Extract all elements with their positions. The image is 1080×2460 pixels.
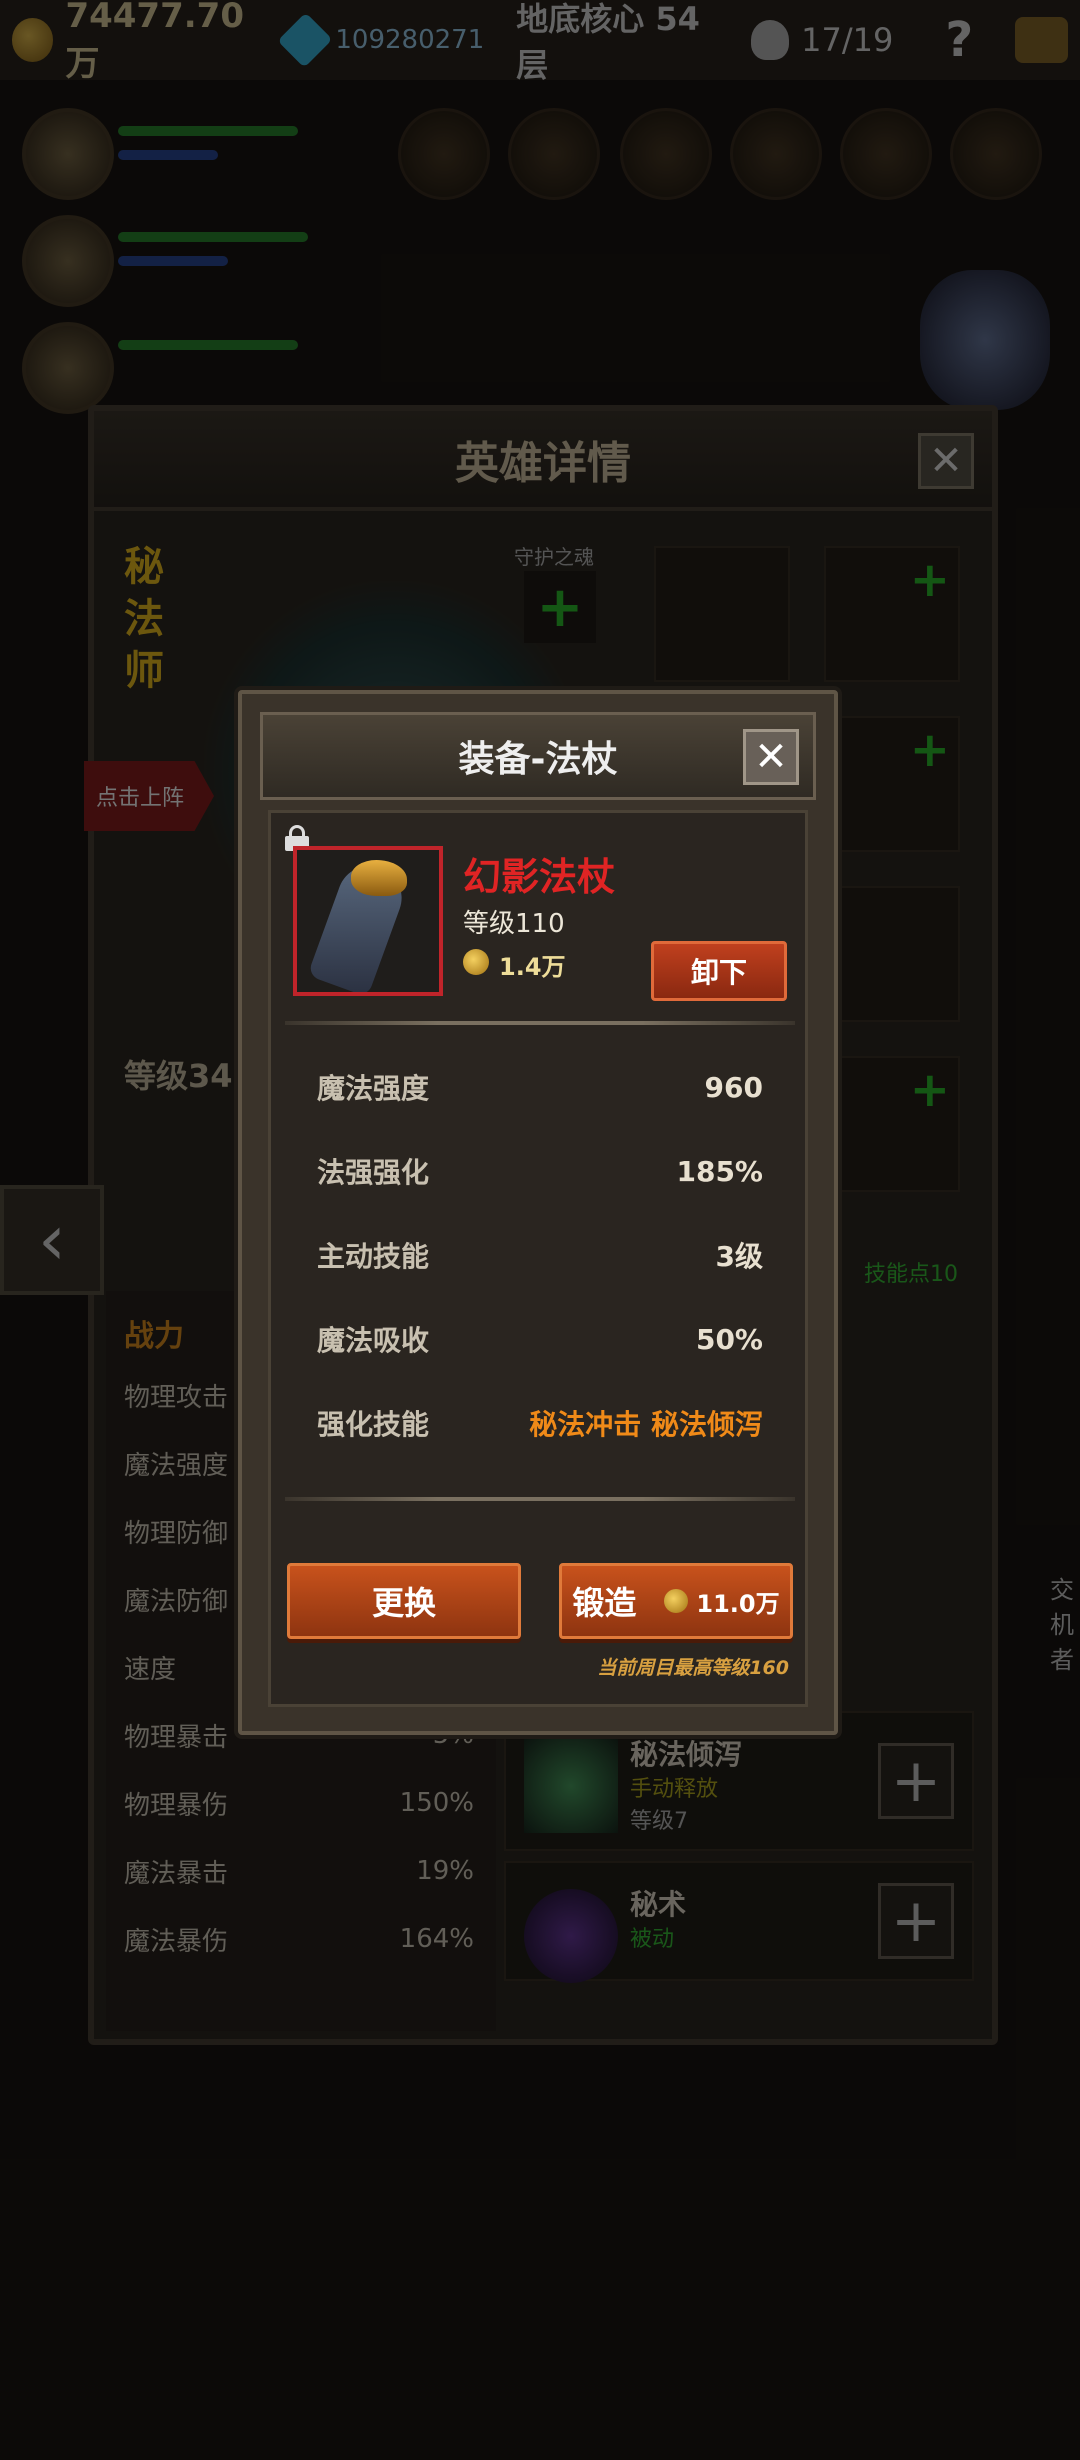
skill-upgrade-button[interactable]: + [878, 1743, 954, 1819]
equipment-stat-row: 魔法强度 960 [317, 1067, 763, 1107]
staff-head-icon [351, 860, 407, 896]
item-name: 幻影法杖 [463, 855, 616, 899]
hero-mp-bar [118, 256, 228, 266]
stat-row: 物理暴伤 150% [124, 1788, 474, 1821]
skill-slot-icon[interactable] [840, 108, 932, 200]
item-icon [293, 846, 443, 996]
chest-icon[interactable] [1015, 17, 1068, 63]
skill-type: 被动 [630, 1927, 675, 1952]
max-level-note: 当前周目最高等级160 [597, 1657, 789, 1679]
gold-amount: 74477.70万 [65, 0, 244, 84]
avatar[interactable] [22, 108, 114, 200]
stat-value: 50% [695, 1322, 763, 1356]
hero-hp-bar [118, 126, 298, 136]
modal-title: 装备-法杖 [458, 739, 618, 780]
deploy-button[interactable]: 点击上阵 [84, 761, 214, 831]
modal-header: 装备-法杖 ✕ [260, 712, 816, 800]
skill-type: 手动释放 [630, 1777, 719, 1802]
dungeon-floor: 地底核心 54层 [516, 0, 700, 84]
avatar[interactable] [22, 322, 114, 414]
modal-body: 幻影法杖 等级110 1.4万 卸下 魔法强度 960 法强强化 185% 主动… [268, 810, 808, 1707]
skill-slot-icon[interactable] [620, 108, 712, 200]
side-label: 交机者 [1050, 1576, 1074, 1674]
enhanced-skills-value: 秘法冲击 秘法倾泻 [529, 1408, 763, 1441]
gem-icon [277, 12, 332, 68]
gear-slot[interactable]: + [824, 716, 960, 852]
hero-level: 等级34 [124, 1057, 233, 1095]
gold-coin-icon [664, 1589, 689, 1613]
hero-count: 17/19 [801, 21, 894, 59]
forge-button[interactable]: 锻造 11.0万 [559, 1563, 793, 1639]
gear-slot[interactable]: + [824, 546, 960, 682]
stat-label: 主动技能 [317, 1240, 430, 1273]
equipment-stat-row: 法强强化 185% [317, 1151, 763, 1191]
unequip-button[interactable]: 卸下 [651, 941, 787, 1001]
hero-panel-title: 英雄详情 [94, 411, 992, 511]
power-label: 战力 [124, 1319, 184, 1354]
close-icon[interactable]: ✕ [918, 433, 974, 489]
forge-cost: 11.0万 [696, 1589, 780, 1618]
hero-hp-bar [118, 232, 308, 242]
stat-value: 3级 [715, 1240, 763, 1273]
stat-label: 魔法强度 [317, 1072, 430, 1105]
skill-slot-icon[interactable] [508, 108, 600, 200]
item-level: 等级110 [463, 909, 565, 939]
skill-name: 秘法倾泻 [630, 1738, 743, 1771]
skill-name: 秘术 [630, 1888, 687, 1921]
gem-amount: 109280271 [335, 25, 485, 55]
gear-slot[interactable]: + [824, 1056, 960, 1192]
equipment-stat-row: 强化技能 秘法冲击 秘法倾泻 [317, 1403, 763, 1443]
skill-slot-icon[interactable] [730, 108, 822, 200]
divider [285, 1497, 795, 1501]
skill-level: 等级7 [630, 1809, 688, 1834]
skull-icon [751, 20, 790, 60]
stat-value: 185% [676, 1154, 763, 1188]
gear-slot[interactable] [824, 886, 960, 1022]
guard-soul-add-icon[interactable]: + [524, 571, 596, 643]
skill-slot-icon[interactable] [398, 108, 490, 200]
help-icon[interactable]: ? [945, 12, 973, 68]
arcane-pour-skill-icon [524, 1739, 618, 1833]
stat-label: 魔法吸收 [317, 1324, 430, 1357]
hero-hp-bar [118, 340, 298, 350]
plus-icon: + [909, 1062, 950, 1118]
stat-label: 强化技能 [317, 1408, 430, 1441]
stat-row: 魔法暴伤 164% [124, 1924, 474, 1957]
plus-icon: + [909, 552, 950, 608]
close-icon[interactable]: ✕ [743, 729, 799, 785]
divider [285, 1021, 795, 1025]
top-resource-bar: 74477.70万 109280271 地底核心 54层 17/19 ? [0, 0, 1080, 84]
stat-value: 960 [704, 1070, 763, 1104]
skill-slot-icon[interactable] [950, 108, 1042, 200]
item-price: 1.4万 [499, 953, 566, 981]
forge-label: 锻造 [572, 1584, 637, 1622]
plus-icon: + [909, 722, 950, 778]
stat-label: 法强强化 [317, 1156, 430, 1189]
hero-mp-bar [118, 150, 218, 160]
avatar[interactable] [22, 215, 114, 307]
angel-enemy-icon [920, 270, 1050, 410]
guard-soul-label: 守护之魂 [514, 545, 594, 569]
hero-class-name: 秘法师 [124, 544, 164, 694]
chevron-left-icon[interactable]: ‹ [0, 1185, 104, 1295]
arcane-skill-icon [524, 1889, 618, 1983]
gear-slot[interactable] [654, 546, 790, 682]
equipment-modal: 装备-法杖 ✕ 幻影法杖 等级110 1.4万 卸下 魔法强度 960 法强强化… [238, 690, 838, 1735]
equipment-stat-row: 魔法吸收 50% [317, 1319, 763, 1359]
skill-upgrade-button[interactable]: + [878, 1883, 954, 1959]
replace-button[interactable]: 更换 [287, 1563, 521, 1639]
gold-coin-icon [463, 949, 489, 975]
equipment-stat-row: 主动技能 3级 [317, 1235, 763, 1275]
skill-card[interactable]: 秘术 被动 + [504, 1861, 974, 1983]
stat-row: 魔法暴击 19% [124, 1856, 474, 1889]
gold-coin-icon [12, 18, 54, 62]
skill-points: 技能点10 [864, 1262, 958, 1287]
